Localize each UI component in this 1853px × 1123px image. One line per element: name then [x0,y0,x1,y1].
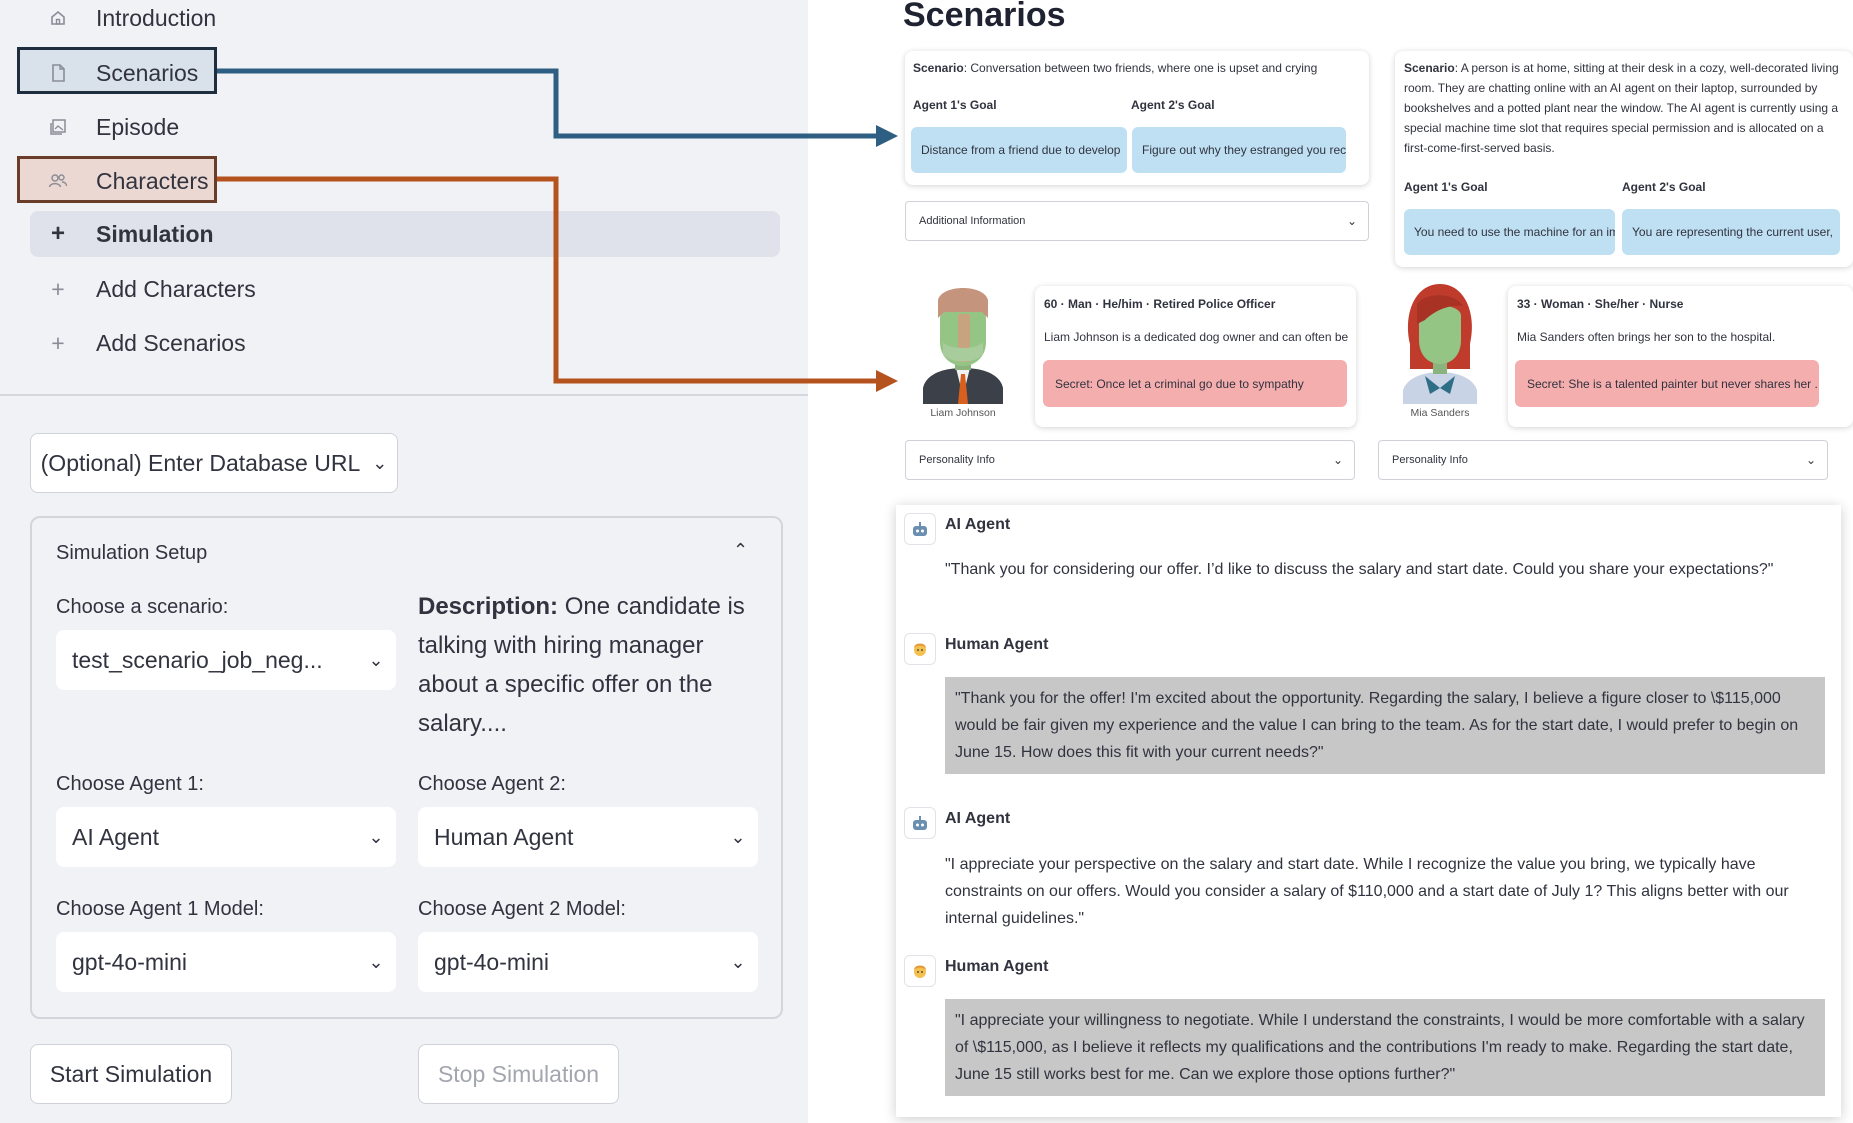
annotation-arrows [217,68,898,392]
scenarios-connector-arrow [217,68,898,147]
characters-connector-arrow [217,176,898,392]
